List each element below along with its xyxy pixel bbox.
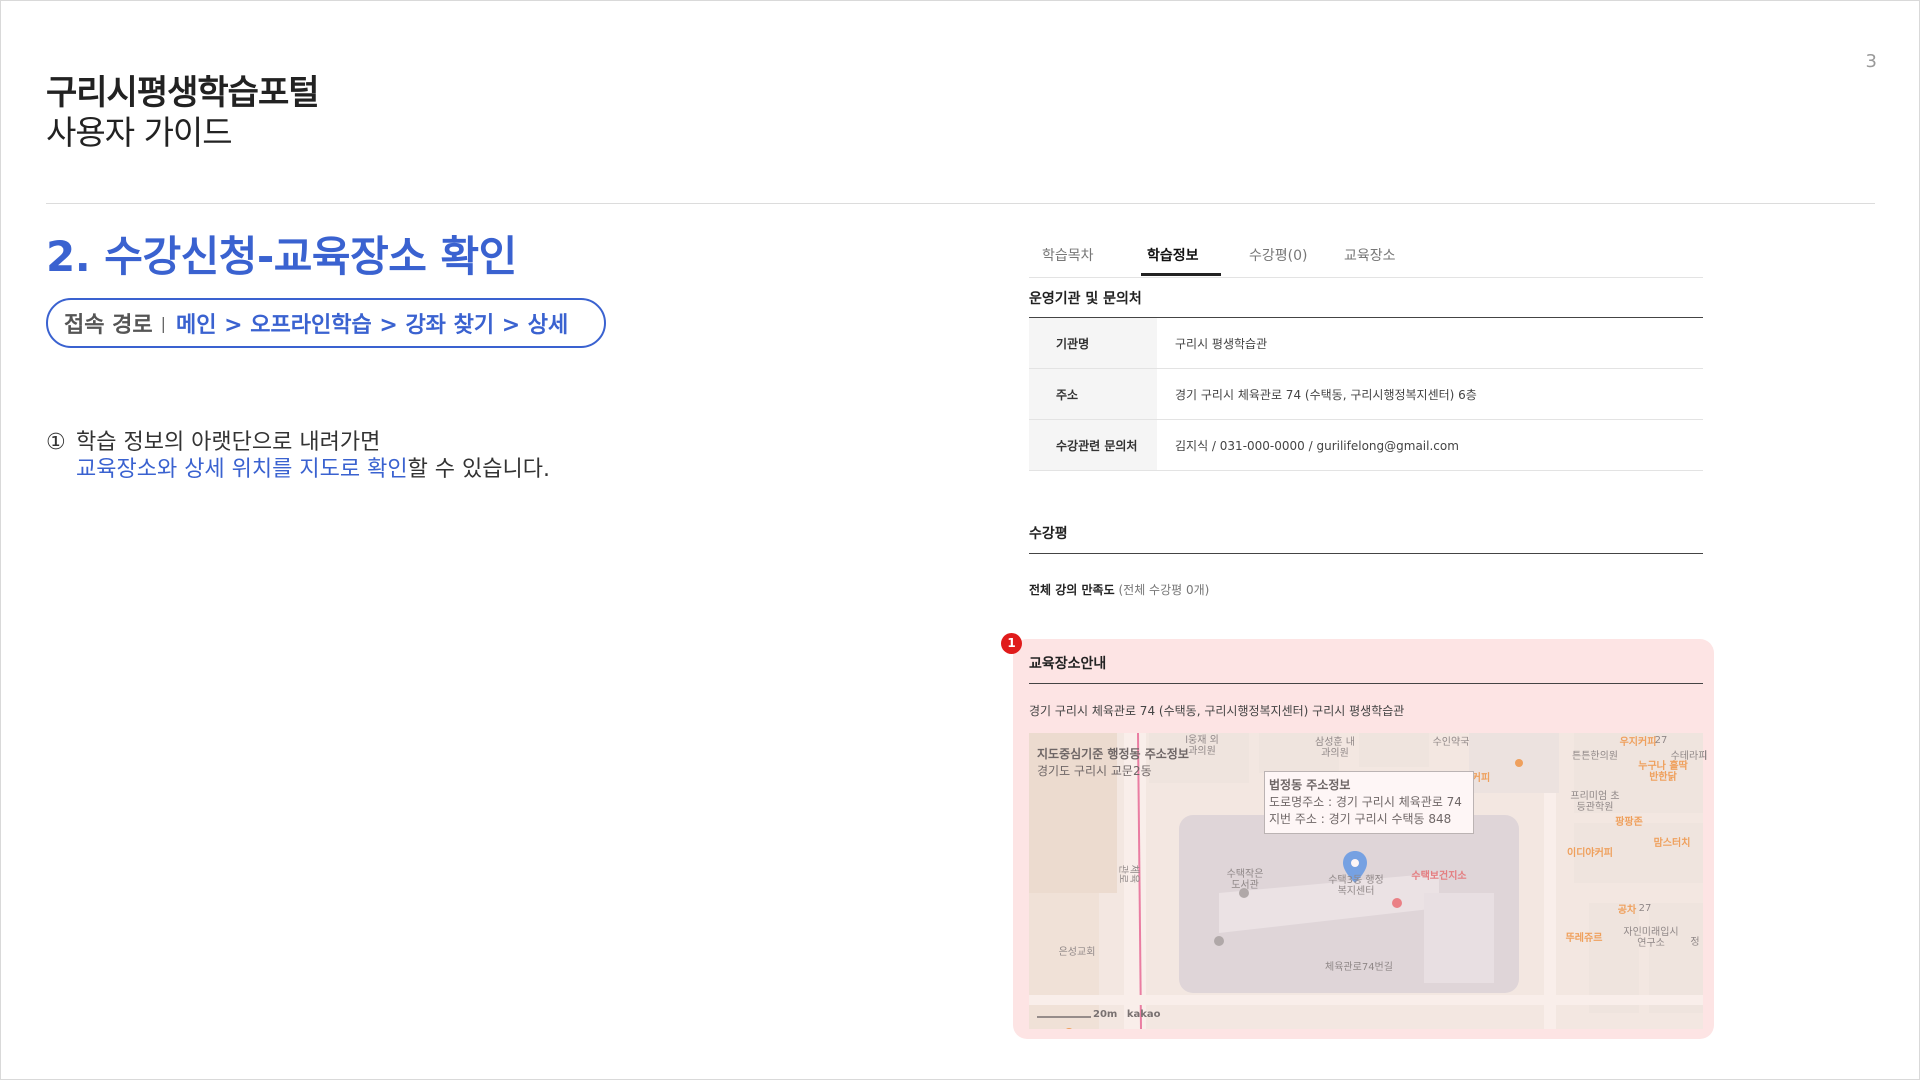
satisfaction-label: 전체 강의 만족도 (1029, 583, 1115, 597)
slide: 3 구리시평생학습포털 사용자 가이드 2. 수강신청-교육장소 확인 접속 경… (0, 0, 1920, 1080)
map-label: 뚜레쥬르 (1565, 933, 1603, 944)
table-row: 수강관련 문의처 김지식 / 031-000-0000 / gurilifelo… (1029, 419, 1703, 471)
step-line-1: 학습 정보의 아랫단으로 내려가면 (76, 430, 381, 455)
map-label: 삼성훈 내과의원 (1315, 737, 1355, 759)
map-label: 튼튼한의원 (1572, 751, 1618, 762)
satisfaction-summary: 전체 강의 만족도 (전체 수강평 0개) (1029, 581, 1209, 598)
page-number: 3 (1865, 51, 1877, 72)
org-name-label: 기관명 (1029, 318, 1157, 369)
org-address-value: 경기 구리시 체육관로 74 (수택동, 구리시행정복지센터) 6층 (1157, 368, 1703, 420)
header: 구리시평생학습포털 사용자 가이드 (46, 73, 320, 153)
location-section-title: 교육장소안내 (1029, 656, 1107, 672)
road-address: 도로명주소 : 경기 구리시 체육관로 74 (1269, 795, 1462, 809)
tab-curriculum[interactable]: 학습목차 (1042, 245, 1094, 265)
map-label: 체육관로74번길 (1325, 962, 1393, 973)
org-section-title: 운영기관 및 문의처 (1029, 291, 1142, 307)
header-title: 구리시평생학습포털 (46, 73, 320, 113)
map-label: 수인약국 (1432, 737, 1470, 748)
tab-reviews[interactable]: 수강평(0) (1249, 245, 1307, 265)
location-section-rule (1029, 683, 1703, 684)
access-path-label: 접속 경로 (64, 313, 153, 338)
header-subtitle: 사용자 가이드 (46, 113, 233, 152)
map-label: 자인미래입시 연구소 (1623, 927, 1679, 949)
step-line-2: 할 수 있습니다. (407, 457, 550, 482)
map-label: 은성교회 (1058, 947, 1096, 958)
map-label: 프리미엄 초등관학원 (1570, 791, 1620, 813)
legal-address-tooltip: 법정동 주소정보 도로명주소 : 경기 구리시 체육관로 74 지번 주소 : … (1264, 771, 1474, 834)
callout-badge: 1 (1001, 633, 1022, 654)
org-info-table: 기관명 구리시 평생학습관 주소 경기 구리시 체육관로 74 (수택동, 구리… (1029, 318, 1703, 471)
org-address-label: 주소 (1029, 368, 1157, 420)
table-row: 주소 경기 구리시 체육관로 74 (수택동, 구리시행정복지센터) 6층 (1029, 368, 1703, 420)
map-label: 27 (1638, 903, 1652, 914)
access-path-pill: 접속 경로 | 메인 > 오프라인학습 > 강좌 찾기 > 상세 (46, 298, 606, 348)
legal-address-title: 법정동 주소정보 (1269, 778, 1351, 792)
map-label: 수택보건지소 (1411, 871, 1467, 882)
map-label: 누구나 홀딱반한닭 (1638, 761, 1688, 783)
org-contact-label: 수강관련 문의처 (1029, 419, 1157, 471)
kakao-logo: kakao (1126, 1009, 1161, 1020)
tab-course-info[interactable]: 학습정보 (1147, 245, 1199, 265)
location-address: 경기 구리시 체육관로 74 (수택동, 구리시행정복지센터) 구리시 평생학습… (1029, 704, 1405, 718)
course-tabs: 학습목차 학습정보 수강평(0) 교육장소 (1029, 233, 1703, 278)
access-path-separator: | (160, 313, 167, 333)
admin-address-title: 지도중심기준 행정동 주소정보 (1037, 747, 1189, 761)
review-count: (전체 수강평 0개) (1118, 583, 1210, 597)
access-path-route: 메인 > 오프라인학습 > 강좌 찾기 > 상세 (176, 313, 569, 338)
map-label: 이디야커피 (1567, 848, 1613, 859)
portal-screenshot: 학습목차 학습정보 수강평(0) 교육장소 운영기관 및 문의처 기관명 구리시… (1001, 223, 1721, 1043)
map-label: 27 (1654, 735, 1668, 746)
table-row: 기관명 구리시 평생학습관 (1029, 318, 1703, 369)
org-contact-value: 김지식 / 031-000-0000 / gurilifelong@gmail.… (1157, 419, 1703, 471)
lot-address: 지번 주소 : 경기 구리시 수택동 848 (1269, 812, 1452, 826)
tab-location[interactable]: 교육장소 (1344, 245, 1396, 265)
admin-address-value: 경기도 구리시 교문2동 (1037, 764, 1152, 778)
map-scale-value: 20m (1093, 1009, 1118, 1020)
admin-address-card: 지도중심기준 행정동 주소정보 경기도 구리시 교문2동 (1037, 745, 1189, 779)
map-label: 정 (1690, 937, 1700, 948)
step-highlight: 교육장소와 상세 위치를 지도로 확인 (76, 457, 408, 482)
map-label: 수택작은 도서관 (1226, 869, 1264, 891)
step-description: ① 학습 정보의 아랫단으로 내려가면 교육장소와 상세 위치를 지도로 확인할 … (46, 429, 550, 483)
section-title: 2. 수강신청-교육장소 확인 (46, 232, 517, 281)
org-name-value: 구리시 평생학습관 (1157, 318, 1703, 369)
location-map[interactable]: l웅재 외과의원 삼성훈 내과의원 수인약국 튼튼한의원 우지커피 누구나 홀딱… (1029, 732, 1707, 1038)
review-section-title: 수강평 (1029, 526, 1068, 542)
active-tab-indicator (1141, 273, 1221, 276)
map-label: 맘스터치 (1653, 838, 1691, 849)
header-divider (46, 203, 1875, 204)
map-scale: 20m kakao (1035, 1009, 1161, 1020)
map-label: 체육관로 (1117, 864, 1139, 884)
map-label: 수테라피 (1670, 751, 1708, 762)
map-label: 팡팡존 (1615, 817, 1643, 828)
review-section-rule (1029, 553, 1703, 554)
step-number: ① (46, 430, 66, 455)
map-label: 수택3동 행정복지센터 (1328, 875, 1384, 897)
